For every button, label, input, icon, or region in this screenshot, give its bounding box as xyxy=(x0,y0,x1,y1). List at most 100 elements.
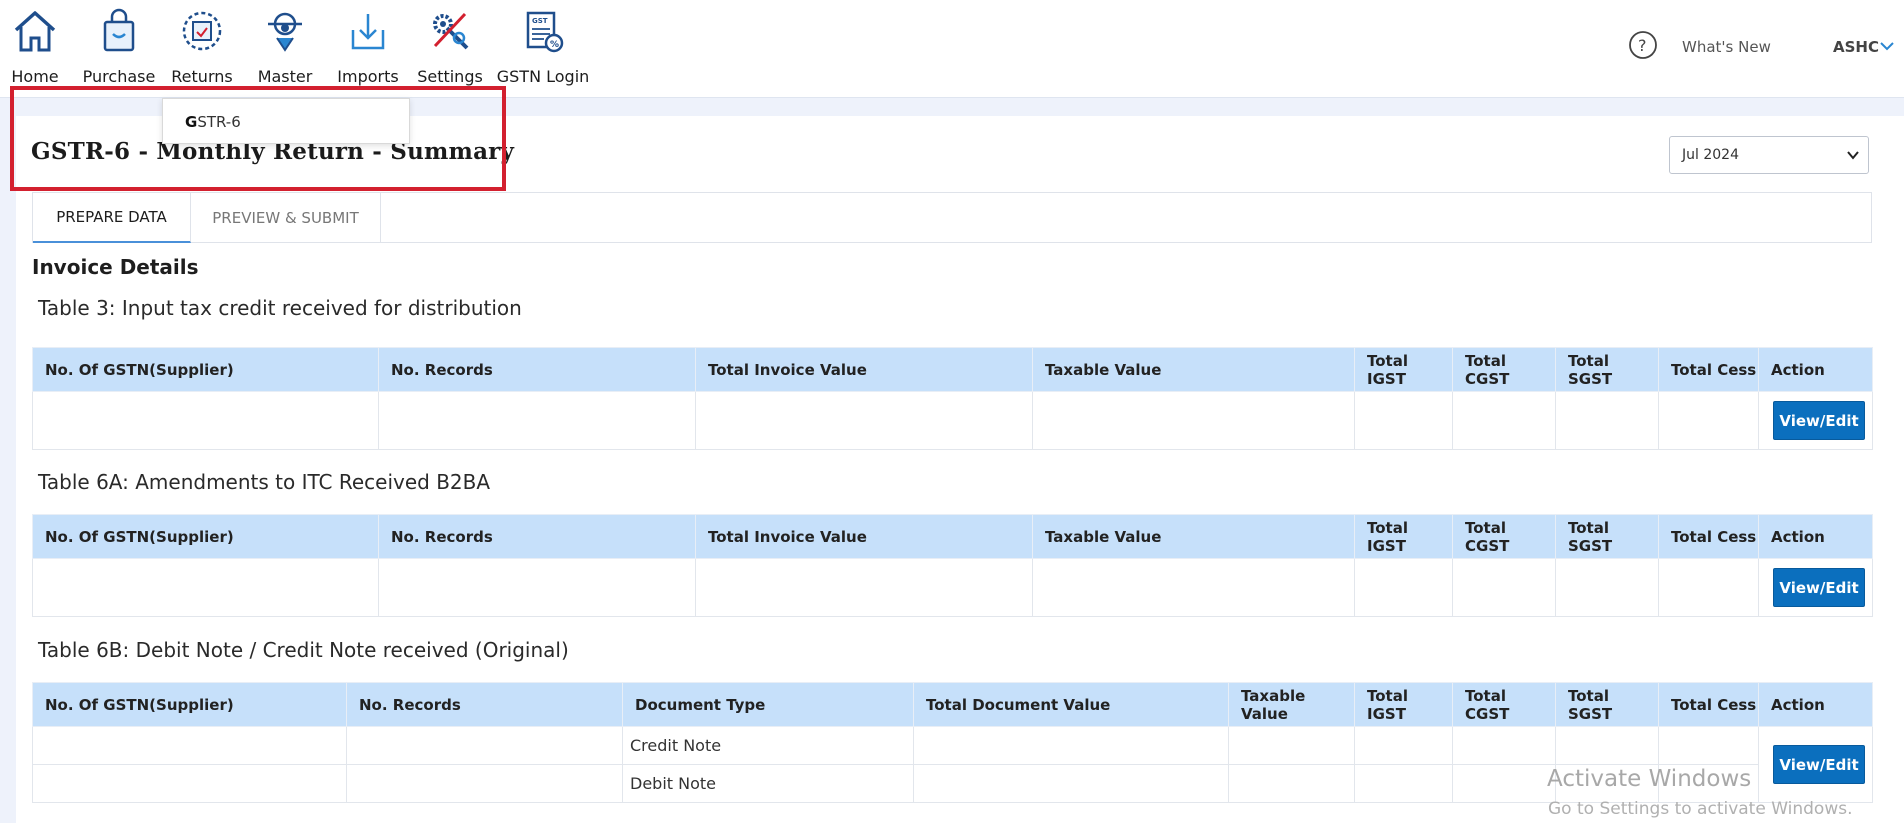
table-cell xyxy=(1658,726,1759,765)
column-header: Total Cess xyxy=(1658,682,1759,727)
table-cell xyxy=(1452,391,1556,450)
column-header: Taxable Value xyxy=(1032,347,1355,392)
column-header: No. Records xyxy=(378,347,696,392)
table-cell xyxy=(1228,764,1355,803)
column-header: Total CGST xyxy=(1452,347,1556,392)
column-header: Taxable Value xyxy=(1228,682,1355,727)
nav-gstn-login-label: GSTN Login xyxy=(496,67,590,86)
table6a-title: Table 6A: Amendments to ITC Received B2B… xyxy=(38,470,491,494)
column-header: No. Records xyxy=(378,514,696,559)
nav-settings[interactable]: Settings xyxy=(417,8,483,88)
table-cell xyxy=(378,558,696,617)
table-cell xyxy=(1354,391,1453,450)
table3-title: Table 3: Input tax credit received for d… xyxy=(38,296,522,320)
column-header: No. Of GSTN(Supplier) xyxy=(32,514,379,559)
gst-document-icon: GST % xyxy=(526,11,564,53)
nav-master[interactable]: Master xyxy=(258,8,312,88)
column-header: Total IGST xyxy=(1354,682,1453,727)
table-cell xyxy=(346,764,623,803)
column-header: Taxable Value xyxy=(1032,514,1355,559)
tab-prepare-data[interactable]: PREPARE DATA xyxy=(33,193,191,243)
returns-dropdown-menu: GSTR-6 xyxy=(162,98,410,144)
table-cell xyxy=(32,764,347,803)
column-header: Total SGST xyxy=(1555,682,1659,727)
table-cell xyxy=(1032,391,1355,450)
column-header: No. Of GSTN(Supplier) xyxy=(32,347,379,392)
column-header: No. Records xyxy=(346,682,623,727)
table-cell xyxy=(1555,726,1659,765)
column-header: Action xyxy=(1758,347,1873,392)
table-cell xyxy=(1555,391,1659,450)
column-header: Total SGST xyxy=(1555,514,1659,559)
table-cell xyxy=(1658,558,1759,617)
table-cell xyxy=(1354,558,1453,617)
column-header: Action xyxy=(1758,682,1873,727)
nav-imports[interactable]: Imports xyxy=(337,8,399,88)
table-cell xyxy=(695,391,1033,450)
top-navigation-bar: Home Purchase Returns Master Imports Set… xyxy=(0,0,1904,98)
table-cell xyxy=(1228,726,1355,765)
table-cell xyxy=(346,726,623,765)
menu-item-gstr6[interactable]: GSTR-6 xyxy=(185,113,241,131)
nav-purchase-label: Purchase xyxy=(82,67,156,86)
table6b-title: Table 6B: Debit Note / Credit Note recei… xyxy=(38,638,569,662)
whats-new-link[interactable]: What's New xyxy=(1682,38,1771,56)
nav-master-label: Master xyxy=(257,67,313,86)
tools-icon xyxy=(433,12,469,50)
column-header: Total Cess xyxy=(1658,347,1759,392)
column-header: No. Of GSTN(Supplier) xyxy=(32,682,347,727)
table-cell xyxy=(1452,764,1556,803)
column-header: Total Invoice Value xyxy=(695,514,1033,559)
nav-home[interactable]: Home xyxy=(11,8,59,88)
table-cell xyxy=(1354,764,1453,803)
table6a: No. Of GSTN(Supplier) No. Records Total … xyxy=(32,514,1873,617)
view-edit-button[interactable]: View/Edit xyxy=(1773,401,1865,440)
master-icon xyxy=(268,12,302,52)
table-cell xyxy=(32,391,379,450)
table-cell xyxy=(32,726,347,765)
help-icon[interactable]: ? xyxy=(1628,30,1658,60)
nav-settings-label: Settings xyxy=(417,67,483,86)
nav-purchase[interactable]: Purchase xyxy=(83,8,155,88)
table-cell: View/Edit xyxy=(1758,391,1873,450)
activate-windows-subtext: Go to Settings to activate Windows. xyxy=(1548,799,1853,819)
table-row: View/Edit xyxy=(32,391,1873,450)
import-icon xyxy=(351,14,385,50)
period-select[interactable]: Jul 2024 xyxy=(1669,136,1869,174)
table-cell xyxy=(913,764,1229,803)
period-select-value: Jul 2024 xyxy=(1682,147,1739,163)
column-header: Total Invoice Value xyxy=(695,347,1033,392)
table-row: Credit Note View/Edit xyxy=(32,726,1873,803)
tab-bar: PREPARE DATA PREVIEW & SUBMIT xyxy=(32,192,1872,243)
table-cell xyxy=(695,558,1033,617)
table-header-row: No. Of GSTN(Supplier) No. Records Total … xyxy=(32,514,1873,559)
column-header: Total CGST xyxy=(1452,682,1556,727)
nav-imports-label: Imports xyxy=(337,67,399,86)
menu-item-gstr6-highlight: G xyxy=(185,113,198,131)
table-cell xyxy=(1452,558,1556,617)
column-header: Total Document Value xyxy=(913,682,1229,727)
table-cell xyxy=(1354,726,1453,765)
column-header: Total Cess xyxy=(1658,514,1759,559)
section-heading: Invoice Details xyxy=(32,255,199,279)
table-cell xyxy=(1452,726,1556,765)
shopping-bag-icon xyxy=(103,8,135,52)
user-menu-name[interactable]: ASHC xyxy=(1833,38,1879,56)
nav-returns[interactable]: Returns xyxy=(171,8,233,88)
nav-returns-label: Returns xyxy=(171,67,233,86)
view-edit-button[interactable]: View/Edit xyxy=(1773,568,1865,607)
svg-text:?: ? xyxy=(1638,36,1647,55)
tab-preview-submit[interactable]: PREVIEW & SUBMIT xyxy=(191,193,381,243)
nav-home-label: Home xyxy=(11,67,59,86)
table-header-row: No. Of GSTN(Supplier) No. Records Total … xyxy=(32,347,1873,392)
view-edit-button[interactable]: View/Edit xyxy=(1773,745,1865,784)
returns-icon xyxy=(182,11,222,51)
column-header: Document Type xyxy=(622,682,914,727)
table3: No. Of GSTN(Supplier) No. Records Total … xyxy=(32,347,1873,450)
document-type-cell: Debit Note xyxy=(622,764,914,803)
column-header: Total CGST xyxy=(1452,514,1556,559)
table-header-row: No. Of GSTN(Supplier) No. Records Docume… xyxy=(32,682,1873,727)
chevron-down-icon[interactable] xyxy=(1879,38,1895,54)
column-header: Total IGST xyxy=(1354,347,1453,392)
nav-gstn-login[interactable]: GST % GSTN Login xyxy=(497,8,589,88)
